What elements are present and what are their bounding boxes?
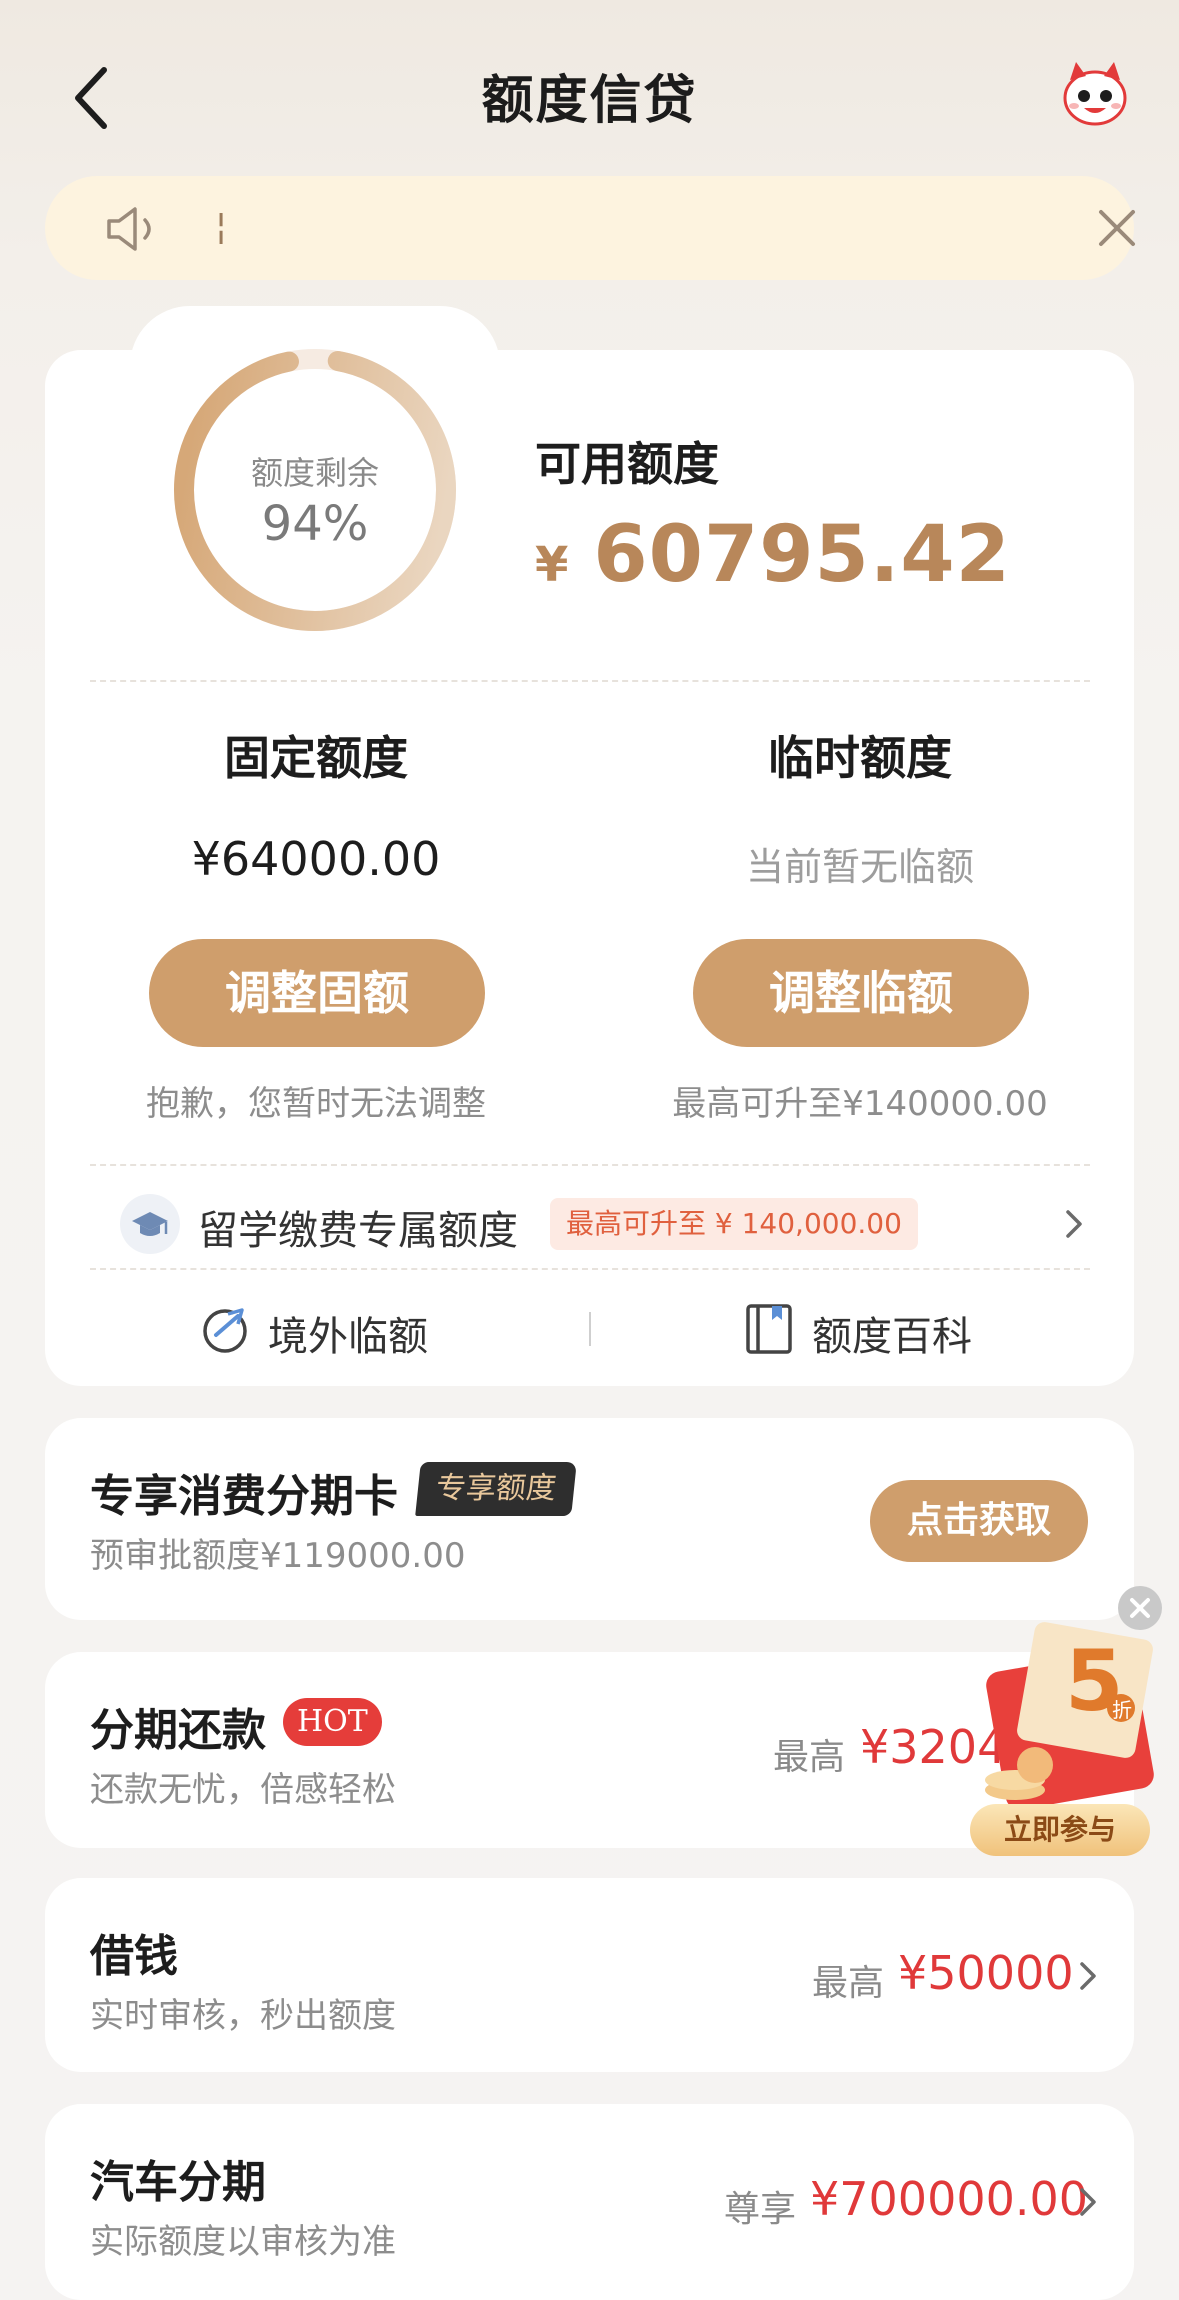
adjust-fixed-button[interactable]: 调整固额 <box>149 939 485 1047</box>
currency-symbol: ¥ <box>535 537 570 593</box>
globe-plane-icon <box>203 1308 247 1353</box>
divider <box>90 1164 1090 1166</box>
mascot-icon[interactable] <box>1060 58 1130 128</box>
study-abroad-credit-row[interactable]: 留学缴费专属额度 最高可升至 ¥ 140,000.00 <box>90 1180 1090 1268</box>
available-credit-amount: ¥60795.42 <box>535 510 1011 600</box>
temp-credit-title: 临时额度 <box>768 731 952 785</box>
page-title: 额度信贷 <box>481 71 698 131</box>
available-amount-value: 60795.42 <box>593 510 1011 600</box>
borrow-amount: ¥50000 <box>898 1946 1074 2000</box>
book-icon <box>746 1304 792 1354</box>
available-credit-title: 可用额度 <box>535 437 719 491</box>
link-separator <box>589 1312 591 1346</box>
divider <box>90 1268 1090 1270</box>
car-amount: ¥700000.00 <box>810 2172 1089 2226</box>
study-abroad-badge: 最高可升至 ¥ 140,000.00 <box>550 1198 918 1250</box>
divider <box>90 680 1090 682</box>
exclusive-card-sub: 预审批额度¥119000.00 <box>90 1536 466 1576</box>
installment-prefix: 最高 <box>773 1737 846 1778</box>
page: 额度信贷 ¦ 额度剩余 94% 可用额度 ¥ 60795.42 固定额度 ¥64… <box>0 0 1179 2300</box>
borrow-title: 借钱 <box>90 1931 178 1982</box>
chevron-right-icon <box>1080 1962 1096 1990</box>
installment-sub: 还款无忧，倍感轻松 <box>90 1770 396 1810</box>
fixed-credit-amount: ¥64000.00 <box>191 832 441 886</box>
ring-value: 94% <box>261 496 369 552</box>
temp-credit-note: 最高可升至¥140000.00 <box>672 1084 1048 1124</box>
chevron-right-icon <box>1080 2188 1096 2216</box>
ring-label: 额度剩余 <box>250 454 379 492</box>
car-prefix: 尊享 <box>724 2189 797 2230</box>
car-title: 汽车分期 <box>90 2157 266 2208</box>
speaker-icon <box>107 207 151 251</box>
promo-unit: 折 <box>1112 1698 1132 1722</box>
graduation-cap-icon <box>120 1194 180 1254</box>
temp-credit-status: 当前暂无临额 <box>745 845 974 889</box>
borrow-prefix: 最高 <box>812 1963 885 2004</box>
header: 额度信贷 <box>0 0 1179 170</box>
credit-encyclopedia-label: 额度百科 <box>812 1314 972 1360</box>
car-sub: 实际额度以审核为准 <box>90 2222 396 2262</box>
adjust-temp-button[interactable]: 调整临额 <box>693 939 1029 1047</box>
exclusive-card-title: 专享消费分期卡 <box>90 1471 398 1522</box>
chevron-right-icon <box>1066 1210 1082 1238</box>
car-installment-card[interactable]: 汽车分期 实际额度以审核为准 尊享 ¥700000.00 <box>45 2104 1134 2300</box>
overseas-temp-credit-label: 境外临额 <box>268 1314 428 1360</box>
get-now-button[interactable]: 点击获取 <box>870 1480 1088 1562</box>
fixed-credit-note: 抱歉，您暂时无法调整 <box>146 1084 486 1124</box>
credit-encyclopedia-link[interactable]: 额度百科 <box>742 1300 1002 1360</box>
fixed-credit-title: 固定额度 <box>224 731 408 785</box>
close-icon[interactable] <box>1095 206 1139 250</box>
borrow-card[interactable]: 借钱 实时审核，秒出额度 最高 ¥50000 <box>45 1878 1134 2072</box>
notice-text: ¦ <box>215 206 228 247</box>
promo-close-button[interactable] <box>1118 1586 1162 1630</box>
hot-badge: HOT <box>283 1698 382 1746</box>
installment-title: 分期还款 <box>90 1705 266 1756</box>
notice-bar: ¦ <box>45 176 1135 280</box>
close-icon <box>1130 1598 1150 1618</box>
join-now-button[interactable]: 立即参与 <box>970 1804 1150 1856</box>
borrow-sub: 实时审核，秒出额度 <box>90 1996 396 2036</box>
study-abroad-label: 留学缴费专属额度 <box>198 1208 518 1254</box>
overseas-temp-credit-link[interactable]: 境外临额 <box>198 1300 458 1360</box>
exclusive-credit-tag: 专享额度 <box>415 1462 577 1516</box>
